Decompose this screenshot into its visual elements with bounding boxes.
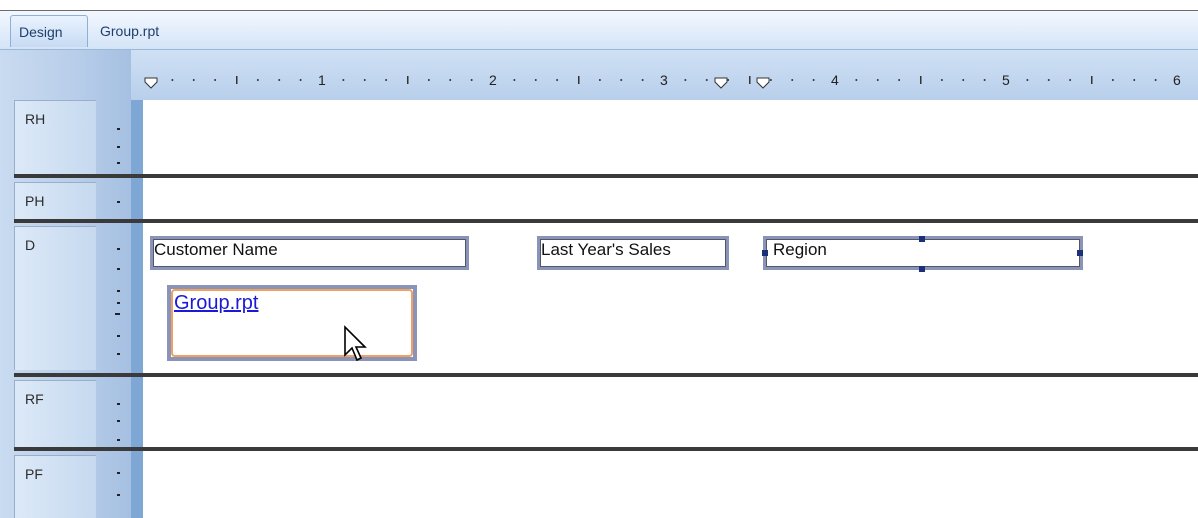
resize-handle[interactable] bbox=[1077, 250, 1083, 256]
resize-handle[interactable] bbox=[762, 250, 768, 256]
ruler-tick bbox=[1111, 79, 1114, 81]
section-page-header[interactable]: PH bbox=[14, 182, 96, 222]
ruler-scale: 1 2 3 4 5 6 bbox=[144, 72, 1181, 89]
vertical-ruler-tick bbox=[117, 494, 120, 496]
section-divider[interactable] bbox=[14, 174, 1198, 178]
ruler-tick bbox=[620, 79, 623, 81]
ruler-number: 5 bbox=[1002, 72, 1010, 88]
horizontal-ruler: 1 2 3 4 5 6 bbox=[131, 50, 1198, 100]
ruler-tick bbox=[578, 76, 580, 84]
vertical-ruler-tick bbox=[117, 302, 120, 304]
ruler-tick bbox=[1154, 79, 1157, 81]
ruler-tick bbox=[1133, 79, 1136, 81]
vertical-ruler-tick bbox=[117, 472, 120, 474]
ruler-tick bbox=[278, 79, 281, 81]
ruler-tick bbox=[855, 79, 858, 81]
ruler-tick bbox=[299, 79, 302, 81]
field-label: Last Year's Sales bbox=[541, 240, 671, 259]
vertical-ruler-tick bbox=[117, 290, 120, 292]
vertical-ruler-tick bbox=[117, 403, 120, 405]
ruler-guide-marker-icon[interactable] bbox=[144, 77, 158, 89]
section-label: D bbox=[25, 237, 36, 253]
field-label: Customer Name bbox=[154, 240, 278, 259]
ruler-tick bbox=[962, 79, 965, 81]
ruler-tick bbox=[1047, 79, 1050, 81]
ruler-tick bbox=[940, 79, 943, 81]
section-label: PH bbox=[25, 193, 45, 209]
vertical-ruler-tick bbox=[117, 146, 120, 148]
ruler-guide-marker-icon[interactable] bbox=[714, 77, 728, 89]
ruler-number: 4 bbox=[831, 72, 839, 88]
section-divider[interactable] bbox=[14, 373, 1198, 377]
ruler-guide-marker-icon[interactable] bbox=[756, 77, 770, 89]
field-customer-name[interactable]: Customer Name bbox=[150, 236, 469, 270]
ruler-tick bbox=[427, 79, 430, 81]
section-report-footer[interactable]: RF bbox=[14, 380, 96, 448]
vertical-ruler-tick bbox=[117, 420, 120, 422]
vertical-ruler-tick bbox=[117, 268, 120, 270]
tab-bar: Design Group.rpt bbox=[0, 11, 1198, 50]
section-label: PF bbox=[25, 466, 43, 482]
ruler-tick bbox=[513, 79, 516, 81]
section-label: RH bbox=[25, 111, 46, 127]
ruler-number: 6 bbox=[1173, 72, 1181, 88]
field-last-years-sales[interactable]: Last Year's Sales bbox=[537, 236, 729, 270]
vertical-ruler-tick bbox=[117, 201, 120, 203]
vertical-ruler-tick bbox=[117, 439, 120, 441]
ruler-tick bbox=[749, 76, 751, 84]
ruler-tick bbox=[684, 79, 687, 81]
ruler-tick bbox=[812, 79, 815, 81]
section-divider[interactable] bbox=[14, 447, 1198, 451]
ruler-tick bbox=[342, 79, 345, 81]
resize-handle[interactable] bbox=[919, 266, 925, 272]
ruler-tick bbox=[876, 79, 879, 81]
ruler-tick bbox=[1069, 79, 1072, 81]
ruler-tick bbox=[385, 79, 388, 81]
ruler-tick bbox=[236, 76, 238, 84]
ruler-tick bbox=[898, 79, 901, 81]
subreport-link[interactable]: Group.rpt bbox=[174, 292, 258, 314]
mouse-cursor-icon bbox=[344, 325, 367, 362]
ruler-number: 1 bbox=[318, 72, 326, 88]
ruler-tick bbox=[1091, 76, 1093, 84]
ruler-tick bbox=[769, 79, 772, 81]
section-label: RF bbox=[25, 391, 44, 407]
vertical-ruler-tick bbox=[115, 313, 120, 315]
ruler-tick bbox=[791, 79, 794, 81]
ruler-tick bbox=[534, 79, 537, 81]
ruler-tick bbox=[256, 79, 259, 81]
section-details[interactable]: D bbox=[14, 226, 96, 370]
ruler-tick bbox=[214, 79, 217, 81]
ruler-tick bbox=[641, 79, 644, 81]
tab-group-rpt[interactable]: Group.rpt bbox=[92, 15, 202, 47]
ruler-tick bbox=[449, 79, 452, 81]
ruler-tick bbox=[598, 79, 601, 81]
ruler-tick bbox=[363, 79, 366, 81]
ruler-tick bbox=[1026, 79, 1029, 81]
ruler-number: 2 bbox=[489, 72, 497, 88]
vertical-ruler-tick bbox=[117, 353, 120, 355]
ruler-number: 3 bbox=[660, 72, 668, 88]
ruler-tick bbox=[705, 79, 708, 81]
field-label: Region bbox=[773, 240, 827, 259]
ruler-tick bbox=[983, 79, 986, 81]
ruler-tick bbox=[171, 79, 174, 81]
vertical-ruler-tick bbox=[117, 335, 120, 337]
section-page-footer[interactable]: PF bbox=[14, 455, 96, 518]
ruler-tick bbox=[192, 79, 195, 81]
ruler-tick bbox=[470, 79, 473, 81]
resize-handle[interactable] bbox=[919, 236, 925, 242]
vertical-ruler-tick bbox=[117, 128, 120, 130]
section-report-header[interactable]: RH bbox=[14, 100, 96, 175]
ruler-tick bbox=[407, 76, 409, 84]
section-divider[interactable] bbox=[14, 219, 1198, 223]
subreport-group-rpt[interactable]: Group.rpt bbox=[167, 285, 417, 361]
vertical-ruler-tick bbox=[117, 162, 120, 164]
window-top-edge bbox=[0, 0, 1198, 11]
vertical-ruler-tick bbox=[117, 248, 120, 250]
ruler-tick bbox=[556, 79, 559, 81]
tab-design[interactable]: Design bbox=[10, 15, 88, 47]
ruler-tick bbox=[920, 76, 922, 84]
